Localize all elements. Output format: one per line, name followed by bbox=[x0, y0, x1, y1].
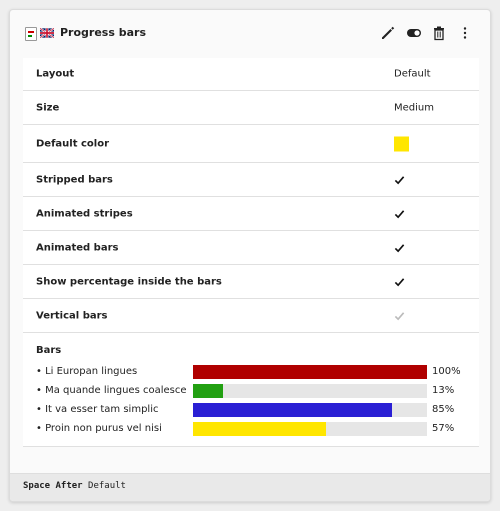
property-label: Stripped bars bbox=[36, 174, 113, 185]
space-after-value: Default bbox=[88, 481, 126, 491]
bar-label: • Ma quande lingues coalesce bbox=[36, 385, 187, 396]
bar-label: • Proin non purus vel nisi bbox=[36, 423, 162, 434]
property-label: Layout bbox=[36, 68, 75, 80]
check-icon bbox=[394, 242, 405, 253]
check-icon bbox=[394, 276, 405, 287]
bar-track bbox=[193, 365, 427, 379]
property-label: Vertical bars bbox=[36, 310, 108, 321]
bar-item: • Ma quande lingues coalesce 13% bbox=[36, 383, 476, 399]
property-label: Show percentage inside the bars bbox=[36, 276, 222, 287]
property-value bbox=[394, 136, 409, 151]
check-icon bbox=[394, 174, 405, 185]
space-after-setting: Space After Default bbox=[23, 481, 126, 491]
property-label: Default color bbox=[36, 138, 110, 149]
bar-fill bbox=[193, 384, 224, 398]
property-row-animated-stripes: Animated stripes bbox=[23, 197, 479, 231]
bar-fill bbox=[193, 403, 392, 417]
bar-percent: 100% bbox=[432, 366, 461, 377]
property-row-vertical-bars: Vertical bars bbox=[23, 299, 479, 333]
uk-flag-icon bbox=[40, 28, 54, 38]
bar-fill bbox=[193, 422, 327, 436]
check-icon bbox=[394, 208, 405, 219]
delete-icon[interactable] bbox=[431, 25, 447, 41]
bar-fill bbox=[193, 365, 427, 379]
bar-percent: 57% bbox=[432, 423, 455, 434]
property-label: Animated stripes bbox=[36, 208, 133, 219]
bar-label: • It va esser tam simplic bbox=[36, 404, 159, 415]
property-row-show-percentage: Show percentage inside the bars bbox=[23, 265, 479, 299]
bar-percent: 85% bbox=[432, 404, 455, 415]
property-row-stripped-bars: Stripped bars bbox=[23, 163, 479, 197]
property-row-default-color: Default color bbox=[23, 125, 479, 163]
property-label: Animated bars bbox=[36, 242, 119, 253]
card-header: Progress bars bbox=[10, 10, 490, 58]
bar-item: • Li Europan lingues 100% bbox=[36, 364, 476, 380]
more-icon[interactable] bbox=[457, 25, 473, 41]
property-row-size: Size Medium bbox=[23, 91, 479, 125]
space-after-key: Space After bbox=[23, 481, 83, 491]
bars-title: Bars bbox=[36, 345, 62, 356]
bar-track bbox=[193, 384, 427, 398]
check-icon bbox=[394, 310, 405, 321]
toggle-icon[interactable] bbox=[406, 25, 422, 41]
bar-percent: 13% bbox=[432, 385, 455, 396]
bars-section: Bars • Li Europan lingues 100% • Ma quan… bbox=[23, 333, 479, 447]
bar-label: • Li Europan lingues bbox=[36, 366, 138, 377]
color-swatch bbox=[394, 136, 409, 151]
property-label: Size bbox=[36, 102, 60, 113]
bar-item: • It va esser tam simplic 85% bbox=[36, 402, 476, 418]
property-value: Medium bbox=[394, 102, 434, 113]
bar-track bbox=[193, 422, 427, 436]
card-title: Progress bars bbox=[60, 26, 146, 39]
card-footer: Space After Default bbox=[10, 473, 490, 501]
property-row-layout: Layout Default bbox=[23, 58, 479, 91]
progress-bars-icon bbox=[25, 27, 37, 41]
property-row-animated-bars: Animated bars bbox=[23, 231, 479, 265]
edit-icon[interactable] bbox=[380, 25, 396, 41]
properties-table: Layout Default Size Medium Default color… bbox=[23, 58, 479, 447]
bar-item: • Proin non purus vel nisi 57% bbox=[36, 421, 476, 437]
property-value: Default bbox=[394, 68, 431, 80]
content-element-card: Progress bars Layout Default Size Medium… bbox=[9, 9, 491, 502]
bar-track bbox=[193, 403, 427, 417]
